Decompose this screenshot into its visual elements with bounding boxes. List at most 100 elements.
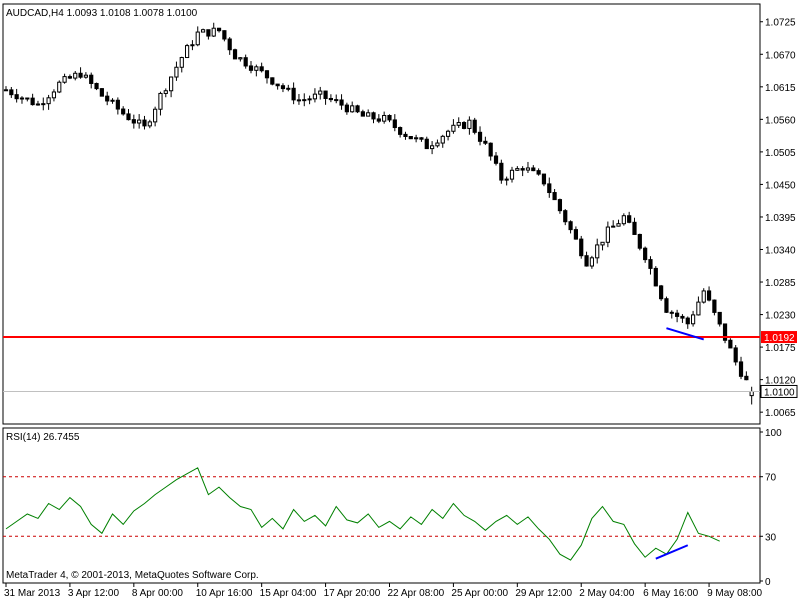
candle-body — [94, 82, 99, 90]
y-tick-label: 1.0725 — [765, 18, 796, 29]
candle-body — [595, 244, 600, 259]
y-tick-label: 1.0615 — [765, 83, 796, 94]
chart-root: 1.0725 1.0670 1.0615 1.0560 1.0505 1.0450 1.03… — [0, 0, 800, 600]
candle-body — [557, 199, 563, 212]
candle-body — [206, 29, 211, 37]
candle-body — [520, 168, 525, 171]
candle-body — [403, 133, 408, 138]
candle-body — [573, 229, 579, 240]
x-tick-label: 6 May 16:00 — [643, 588, 698, 599]
candle-body — [488, 142, 493, 157]
candle-body — [46, 97, 51, 105]
candle-body — [744, 375, 749, 381]
candle-body — [461, 122, 467, 129]
candle-body — [733, 347, 738, 363]
x-tick-label: 15 Apr 04:00 — [260, 588, 317, 599]
candle-body — [83, 74, 88, 78]
chart-svg: 1.0725 1.0670 1.0615 1.0560 1.0505 1.0450 1.03… — [0, 0, 800, 600]
x-tick-label: 25 Apr 00:00 — [451, 588, 508, 599]
candle-body — [675, 312, 680, 317]
candle-body — [73, 72, 78, 79]
rsi-tick-label: 30 — [765, 532, 777, 543]
candle-body — [509, 169, 515, 180]
candle-body — [174, 66, 179, 78]
candle-body — [89, 74, 94, 84]
candle-body — [254, 66, 259, 71]
candle-body — [328, 97, 333, 101]
candle-body — [467, 119, 472, 129]
candle-body — [270, 77, 275, 85]
candle-body — [190, 44, 195, 47]
candle-body — [296, 99, 302, 102]
candle-body — [424, 138, 429, 150]
candle-body — [323, 90, 328, 99]
candle-body — [376, 118, 381, 122]
candle-body — [41, 103, 46, 106]
candle-body — [621, 215, 626, 225]
candle-body — [749, 390, 754, 397]
candle-body — [264, 70, 270, 79]
candle-body — [312, 93, 318, 100]
candle-body — [387, 114, 392, 121]
candle-body — [472, 119, 477, 133]
candle-body — [712, 299, 717, 313]
candle-body — [302, 99, 307, 102]
x-tick-label: 17 Apr 20:00 — [324, 588, 381, 599]
rsi-tick-label: 100 — [765, 428, 782, 439]
candle-body — [685, 317, 690, 325]
candle-body — [184, 45, 190, 59]
candle-body — [339, 99, 344, 106]
support-price-label: 1.0192 — [764, 333, 795, 344]
candle-body — [653, 267, 658, 287]
candle-body — [717, 311, 722, 325]
x-tick-label: 8 Apr 00:00 — [132, 588, 184, 599]
candle-body — [350, 105, 355, 113]
candle-body — [435, 142, 440, 147]
candle-body — [525, 167, 531, 171]
y-tick-label: 1.0450 — [765, 180, 796, 191]
candle-body — [62, 76, 67, 83]
y-tick-label: 1.0175 — [765, 343, 796, 354]
candle-body — [51, 91, 57, 99]
candle-body — [392, 119, 397, 129]
candle-body — [360, 111, 365, 117]
candle-body — [382, 114, 387, 122]
x-tick-label: 31 Mar 2013 — [4, 588, 61, 599]
candle-body — [248, 65, 254, 71]
candle-body — [584, 255, 589, 267]
candle-body — [19, 97, 25, 100]
candle-body — [259, 66, 264, 72]
candle-body — [142, 119, 147, 127]
candle-body — [153, 108, 158, 123]
y-tick-label: 1.0065 — [765, 408, 796, 419]
candle-body — [169, 76, 174, 92]
candle-body — [291, 87, 296, 101]
candle-body — [232, 49, 238, 60]
y-tick-label: 1.0230 — [765, 311, 796, 322]
candle-body — [408, 136, 413, 140]
x-tick-label: 9 May 08:00 — [707, 588, 762, 599]
x-tick-label: 2 May 04:00 — [579, 588, 634, 599]
rsi-tick-label: 0 — [765, 577, 771, 588]
candle-body — [563, 210, 568, 223]
candle-body — [616, 223, 621, 227]
candle-body — [147, 121, 152, 127]
y-tick-label: 1.0505 — [765, 148, 796, 159]
rsi-title: RSI(14) 26.7455 — [6, 432, 80, 443]
candle-body — [589, 257, 594, 267]
candle-body — [499, 162, 504, 181]
candle-body — [286, 87, 291, 90]
candle-body — [78, 72, 83, 78]
candle-body — [690, 314, 696, 325]
candle-body — [222, 30, 227, 40]
candle-body — [493, 155, 499, 164]
candle-body — [227, 38, 232, 51]
candle-body — [451, 124, 456, 132]
candle-body — [195, 31, 200, 46]
candle-body — [105, 95, 110, 102]
candle-body — [366, 112, 371, 117]
candle-body — [430, 145, 435, 150]
candle-body — [552, 192, 557, 201]
main-chart-title: AUDCAD,H4 1.0093 1.0108 1.0078 1.0100 — [6, 8, 198, 19]
candle-body — [680, 315, 685, 319]
